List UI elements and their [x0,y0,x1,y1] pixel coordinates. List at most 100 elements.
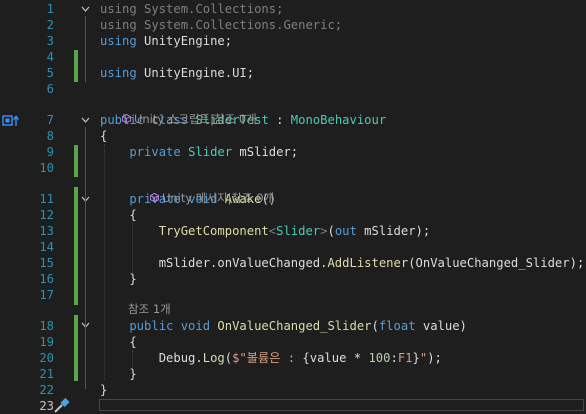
line-number: 19 [39,335,54,349]
code-line[interactable]: 4 [0,49,586,65]
code-text[interactable]: TryGetComponent<Slider>(out mSlider); [100,223,431,239]
code-token: public [100,319,181,333]
code-token: AddListener [327,256,409,270]
code-line[interactable]: 22} [0,382,586,398]
code-line[interactable]: 20 Debug.Log($"볼륨은 : {value * 100:F1}"); [0,350,586,366]
code-text[interactable]: } [100,366,137,382]
code-token: System.Collections.Generic; [144,18,343,32]
collapse-class-icon[interactable] [80,115,91,126]
code-line[interactable]: 14 [0,239,586,255]
code-line[interactable]: 13 TryGetComponent<Slider>(out mSlider); [0,223,586,239]
code-token: } [100,383,108,397]
line-number: 22 [39,383,54,397]
line-number: 5 [46,66,54,80]
code-line[interactable]: 19 { [0,334,586,350]
indent-guide [132,350,133,368]
code-text[interactable]: Debug.Log($"볼륨은 : {value * 100:F1}"); [100,350,442,366]
code-token: Slider [276,224,321,238]
code-token: ( [224,351,233,365]
change-indicator [74,315,78,381]
code-token: using [100,66,145,80]
code-line[interactable]: 9 private Slider mSlider; [0,144,586,160]
codelens-awake[interactable]: Unity 메시지|참조 0개 [0,174,586,205]
line-number: 14 [39,240,54,254]
code-token: ( [327,224,335,238]
outline-guide [85,16,86,82]
line-number: 12 [39,208,54,222]
outline-guide [85,127,86,389]
code-token: ( [371,319,379,333]
line-number: 13 [39,224,54,238]
code-token: MonoBehaviour [290,113,387,127]
code-token: mSlider); [356,224,431,238]
code-token: : [268,113,291,127]
code-token: using [100,18,145,32]
code-token: } [100,367,137,381]
code-token: OnValueChanged_Slider [217,319,372,333]
code-text[interactable]: { [100,334,137,350]
code-text[interactable]: using System.Collections; [100,1,283,17]
code-token: ); [427,351,442,365]
code-text[interactable]: using System.Collections.Generic; [100,17,342,33]
line-number: 20 [39,351,54,365]
codelens-text: Unity 스크립트|참조 0개 [133,112,257,126]
line-number: 2 [46,18,54,32]
code-token: < [268,224,277,238]
code-token: using [100,34,145,48]
quick-actions-brush-icon[interactable] [53,397,71,414]
code-token: private [100,145,189,159]
code-text[interactable]: using UnityEngine; [100,33,232,49]
line-number: 1 [46,2,54,16]
codelens-method[interactable]: 참조 1개 [0,301,586,317]
code-line[interactable]: 2 using System.Collections.Generic; [0,17,586,33]
unity-cube-icon [121,114,131,123]
code-token: mSlider.onValueChanged. [100,256,328,270]
code-text[interactable]: private Slider mSlider; [100,144,298,160]
codelens-class[interactable]: Unity 스크립트|참조 0개 [0,95,586,126]
code-token: UnityEngine.UI; [144,66,255,80]
code-token: value) [415,319,467,333]
code-token: {value * [302,351,369,365]
code-token: float [378,319,416,333]
line-number: 18 [39,319,54,333]
code-text[interactable]: mSlider.onValueChanged.AddListener(OnVal… [100,255,585,271]
indent-guide [132,223,133,273]
line-number: 11 [39,192,54,206]
codelens-text: 참조 1개 [128,302,171,316]
code-line[interactable]: 3 using UnityEngine; [0,33,586,49]
code-text[interactable]: using UnityEngine.UI; [100,65,254,81]
change-indicator [74,187,78,305]
code-token: Log [202,351,225,365]
code-token: { [100,335,137,349]
code-line[interactable]: 15 mSlider.onValueChanged.AddListener(On… [0,255,586,271]
line-number: 15 [39,256,54,270]
code-line[interactable]: 21 } [0,366,586,382]
line-number: 3 [46,34,54,48]
code-token: out [334,224,357,238]
current-line-highlight [99,399,584,411]
code-token: mSlider; [232,145,299,159]
unity-cube-icon [149,193,159,202]
code-token: System.Collections; [144,2,284,16]
code-line[interactable]: 5 using UnityEngine.UI; [0,65,586,81]
code-token: Debug. [100,351,203,365]
codelens-text: Unity 메시지|참조 0개 [161,191,275,205]
code-text[interactable]: } [100,271,137,287]
implementation-glyph-icon[interactable] [2,114,20,128]
code-token: 100 [368,351,391,365]
code-token: void [180,319,218,333]
code-token: F1 [397,351,413,365]
collapse-usings-icon[interactable] [80,4,91,15]
code-token: Slider [188,145,233,159]
code-editor[interactable]: 1 using System.Collections; 2 using System.… [0,0,586,414]
code-line[interactable]: 12 { [0,207,586,223]
line-number: 23 [39,399,54,413]
code-text[interactable]: } [100,382,107,398]
line-number: 4 [46,50,54,64]
code-text[interactable]: public void OnValueChanged_Slider(float … [100,318,467,334]
change-indicator [74,50,78,82]
code-line[interactable]: 16 } [0,271,586,287]
line-number: 8 [46,129,54,143]
code-token: } [100,272,137,286]
code-line[interactable]: 8{ [0,128,586,144]
